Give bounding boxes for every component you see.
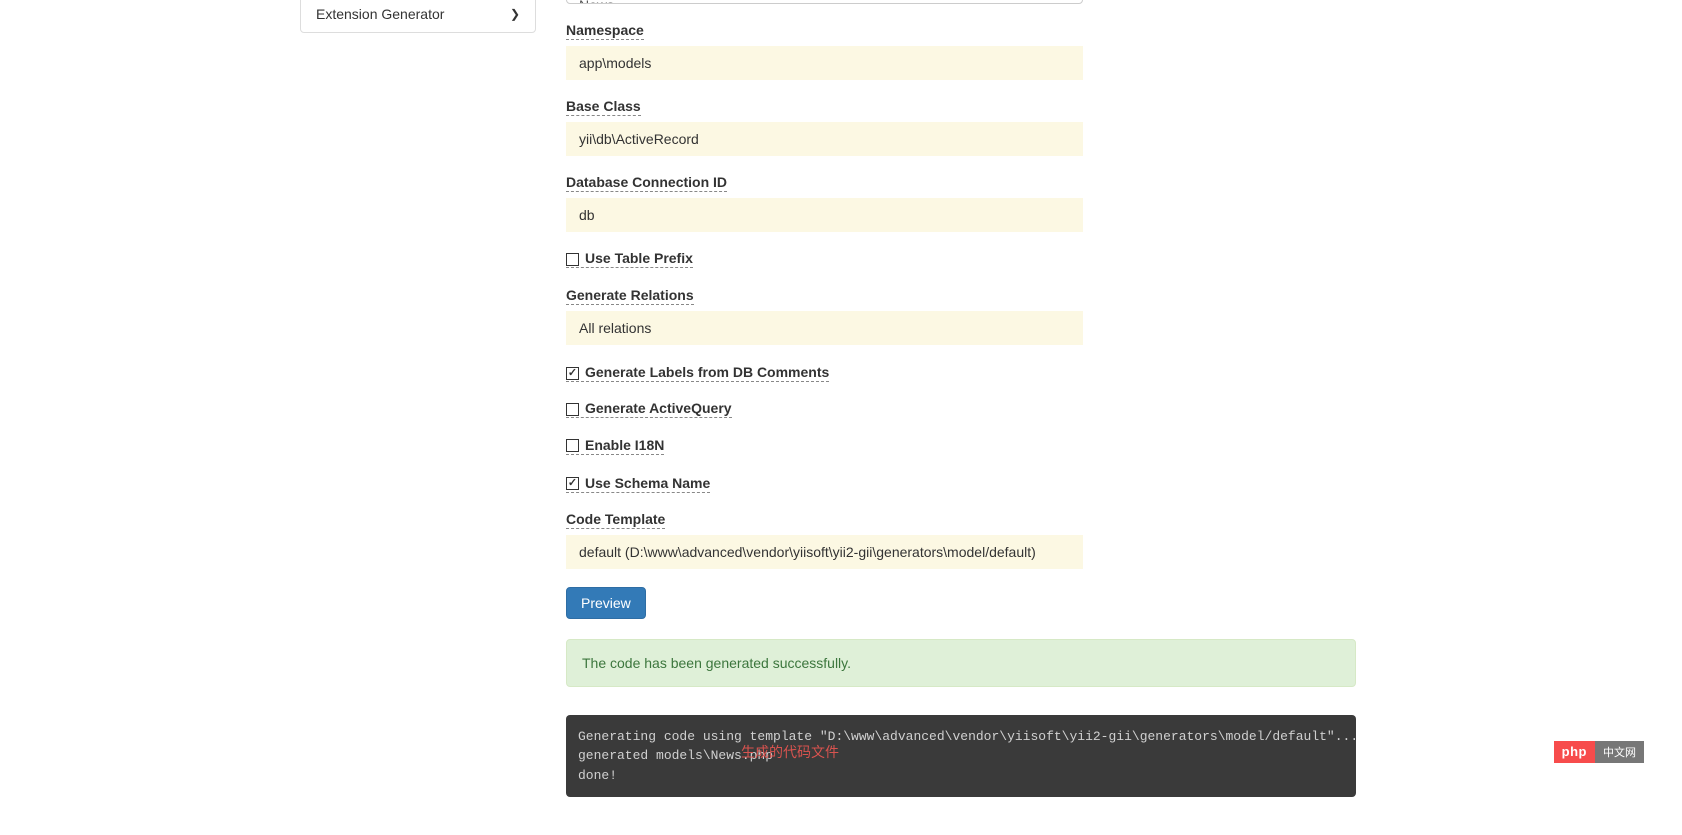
code-template-value: default (D:\www\advanced\vendor\yiisoft\… xyxy=(579,544,1036,560)
model-name-value: News xyxy=(579,0,614,4)
namespace-group: Namespace app\models xyxy=(566,22,1356,80)
generate-relations-value: All relations xyxy=(579,320,651,336)
checkbox-checked-icon xyxy=(566,367,579,380)
checkbox-icon xyxy=(566,253,579,266)
db-connection-value: db xyxy=(579,207,595,223)
generate-activequery-checkbox[interactable]: Generate ActiveQuery xyxy=(566,400,732,418)
use-schema-name-group: Use Schema Name xyxy=(566,473,1356,493)
generate-relations-select[interactable]: All relations xyxy=(566,311,1083,345)
base-class-value: yii\db\ActiveRecord xyxy=(579,131,699,147)
annotation-text: 生成的代码文件 xyxy=(741,742,839,763)
generate-relations-group: Generate Relations All relations xyxy=(566,287,1356,345)
sidebar-item-label: Extension Generator xyxy=(316,6,444,22)
namespace-label: Namespace xyxy=(566,22,644,40)
db-connection-label: Database Connection ID xyxy=(566,174,727,192)
console-line-1: Generating code using template "D:\www\a… xyxy=(578,729,1358,744)
enable-i18n-group: Enable I18N xyxy=(566,437,1356,456)
namespace-value: app\models xyxy=(579,55,651,71)
code-template-group: Code Template default (D:\www\advanced\v… xyxy=(566,511,1356,569)
main-form: News Namespace app\models Base Class yii… xyxy=(566,0,1356,797)
sidebar-item-extension-generator[interactable]: Extension Generator ❯ xyxy=(300,0,536,33)
checkbox-icon xyxy=(566,403,579,416)
use-schema-name-label: Use Schema Name xyxy=(585,475,710,491)
base-class-input[interactable]: yii\db\ActiveRecord xyxy=(566,122,1083,156)
namespace-input[interactable]: app\models xyxy=(566,46,1083,80)
use-schema-name-checkbox[interactable]: Use Schema Name xyxy=(566,475,710,493)
generate-labels-label: Generate Labels from DB Comments xyxy=(585,364,829,380)
generate-relations-label: Generate Relations xyxy=(566,287,694,305)
checkbox-icon xyxy=(566,439,579,452)
db-connection-group: Database Connection ID db xyxy=(566,174,1356,232)
use-table-prefix-group: Use Table Prefix xyxy=(566,250,1356,269)
use-table-prefix-label: Use Table Prefix xyxy=(585,250,693,266)
model-name-input[interactable]: News xyxy=(566,0,1083,4)
enable-i18n-label: Enable I18N xyxy=(585,437,664,453)
sidebar: Extension Generator ❯ xyxy=(300,0,536,797)
success-alert: The code has been generated successfully… xyxy=(566,639,1356,687)
console-line-3: done! xyxy=(578,768,617,783)
use-table-prefix-checkbox[interactable]: Use Table Prefix xyxy=(566,250,693,268)
code-template-select[interactable]: default (D:\www\advanced\vendor\yiisoft\… xyxy=(566,535,1083,569)
success-message: The code has been generated successfully… xyxy=(582,655,851,671)
php-badge-cn: 中文网 xyxy=(1595,741,1644,763)
base-class-label: Base Class xyxy=(566,98,641,116)
console-output: Generating code using template "D:\www\a… xyxy=(566,715,1356,798)
db-connection-input[interactable]: db xyxy=(566,198,1083,232)
checkbox-checked-icon xyxy=(566,477,579,490)
generate-labels-checkbox[interactable]: Generate Labels from DB Comments xyxy=(566,364,829,382)
chevron-right-icon: ❯ xyxy=(510,7,520,21)
preview-button[interactable]: Preview xyxy=(566,587,646,619)
php-badge-label: php xyxy=(1554,741,1595,763)
base-class-group: Base Class yii\db\ActiveRecord xyxy=(566,98,1356,156)
generate-activequery-label: Generate ActiveQuery xyxy=(585,400,732,416)
php-badge[interactable]: php 中文网 xyxy=(1554,741,1644,763)
enable-i18n-checkbox[interactable]: Enable I18N xyxy=(566,437,664,455)
generate-labels-group: Generate Labels from DB Comments xyxy=(566,363,1356,383)
code-template-label: Code Template xyxy=(566,511,665,529)
generate-activequery-group: Generate ActiveQuery xyxy=(566,400,1356,419)
